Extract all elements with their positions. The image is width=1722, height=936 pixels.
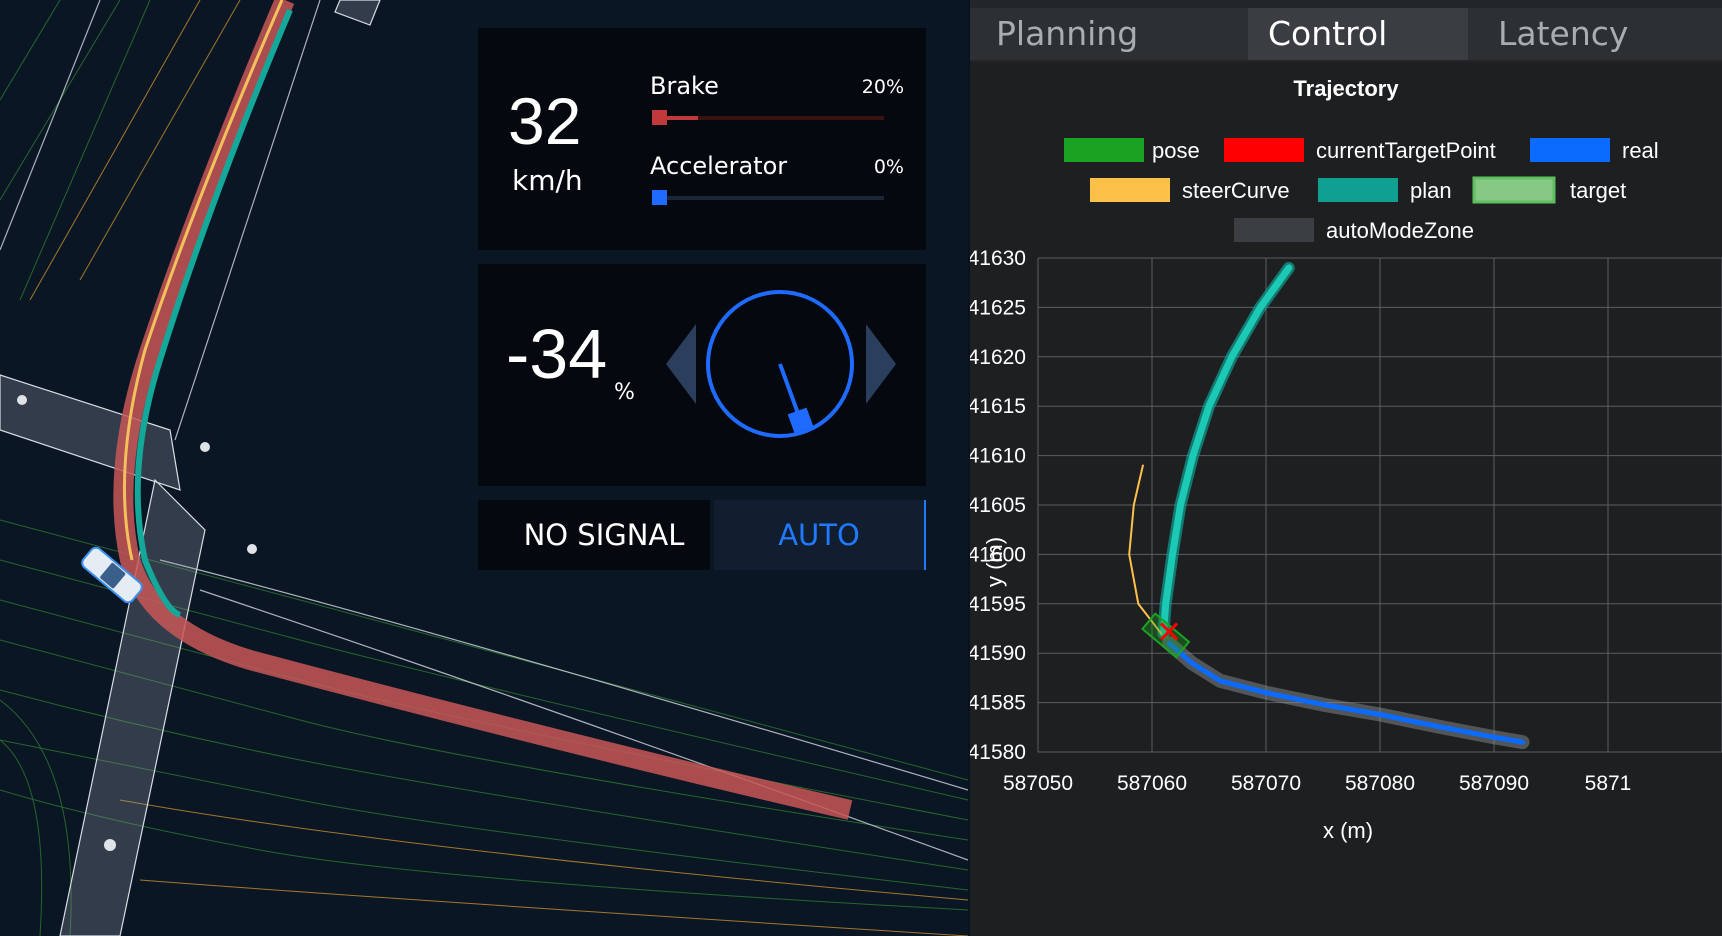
y-tick-label: 4141615 [970, 395, 1026, 418]
auto-mode-zone-trail [1162, 636, 1530, 750]
tab-planning[interactable]: Planning [996, 8, 1216, 60]
legend-label-autoModeZone: autoModeZone [1326, 218, 1474, 243]
y-tick-label: 4141630 [970, 247, 1026, 270]
legend-swatch-pose [1064, 138, 1144, 162]
y-tick-label: 4141595 [970, 593, 1026, 616]
accelerator-value: 0% [873, 156, 904, 178]
legend-label-pose: pose [1152, 138, 1200, 163]
driving-mode-status: AUTO [714, 500, 926, 570]
legend-swatch-autoModeZone [1234, 218, 1314, 242]
brake-label: Brake [650, 72, 719, 100]
legend-label-target: target [1570, 178, 1626, 203]
steering-panel: -34 % [478, 264, 926, 486]
legend-label-steerCurve: steerCurve [1182, 178, 1290, 203]
chart-canvas: Trajectory pose currentTargetPoint real stee… [970, 76, 1722, 843]
y-tick-label: 4141590 [970, 642, 1026, 665]
speed-panel: 32 km/h Brake 20% Accelerator 0% [478, 28, 926, 250]
series-steer-curve [1128, 464, 1163, 635]
x-tick-label: 587070 [1231, 772, 1301, 795]
legend-swatch-currentTargetPoint [1224, 138, 1304, 162]
series-plan-halo [1157, 261, 1295, 640]
accelerator-label: Accelerator [650, 152, 788, 180]
x-tick-label: 587080 [1345, 772, 1415, 795]
turn-signal-status: NO SIGNAL [478, 500, 710, 570]
y-tick-label: 4141580 [970, 741, 1026, 764]
speed-value: 32 [508, 84, 582, 158]
legend-swatch-steerCurve [1090, 178, 1170, 202]
x-tick-label: 587090 [1459, 772, 1529, 795]
tab-latency[interactable]: Latency [1498, 8, 1718, 60]
legend-label-real: real [1622, 138, 1659, 163]
x-tick-label: 587050 [1003, 772, 1073, 795]
y-tick-label: 4141620 [970, 346, 1026, 369]
x-tick-label: 587060 [1117, 772, 1187, 795]
tab-bar: Planning Control Latency [970, 8, 1722, 60]
accelerator-bar-knob [652, 190, 667, 205]
map-scene[interactable]: 32 km/h Brake 20% Accelerator 0% -34 % N… [0, 0, 968, 936]
legend-label-currentTargetPoint: currentTargetPoint [1316, 138, 1496, 163]
speed-unit: km/h [512, 164, 583, 197]
legend-label-plan: plan [1410, 178, 1452, 203]
steer-right-arrow-icon [866, 324, 896, 404]
series-plan [1159, 264, 1293, 637]
x-axis-label: x (m) [1323, 818, 1373, 843]
tab-control[interactable]: Control [1248, 8, 1468, 60]
legend-swatch-target [1472, 176, 1556, 204]
y-axis-label: y (m) [982, 537, 1007, 587]
brake-value: 20% [861, 76, 904, 98]
brake-bar-knob [652, 110, 667, 125]
steering-wheel-graphic [666, 290, 896, 438]
x-tick-label: 5871 [1585, 772, 1632, 795]
y-tick-label: 4141585 [970, 692, 1026, 715]
trajectory-chart: Trajectory pose currentTargetPoint real stee… [970, 62, 1722, 936]
monitor-panel: Planning Control Latency Trajectory pose c… [970, 0, 1722, 936]
crosswalks [0, 0, 381, 936]
chart-title: Trajectory [1293, 76, 1399, 101]
brake-bar [652, 110, 884, 125]
legend-swatch-real [1530, 138, 1610, 162]
steer-left-arrow-icon [666, 324, 696, 404]
y-tick-label: 4141610 [970, 445, 1026, 468]
accelerator-bar [652, 190, 884, 205]
y-tick-label: 4141605 [970, 494, 1026, 517]
legend-swatch-plan [1318, 178, 1398, 202]
y-tick-label: 4141625 [970, 296, 1026, 319]
